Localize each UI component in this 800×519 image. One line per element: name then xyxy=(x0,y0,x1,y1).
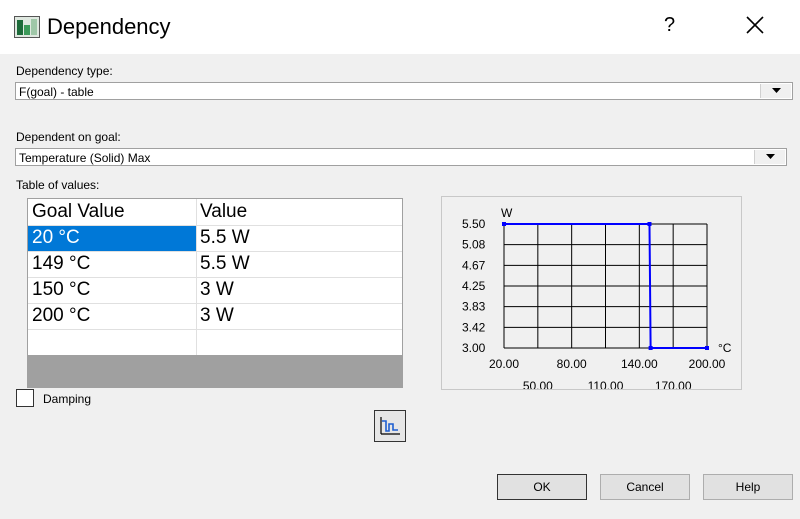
column-header-value[interactable]: Value xyxy=(196,199,402,225)
data-point xyxy=(502,222,506,226)
dropdown-button[interactable] xyxy=(760,84,791,98)
goal-value-cell[interactable]: 149 °C xyxy=(28,251,196,277)
dependent-on-goal-select[interactable]: Temperature (Solid) Max xyxy=(15,148,787,166)
row-divider xyxy=(28,329,402,330)
table-row-empty[interactable] xyxy=(28,329,402,355)
chart-toggle-button[interactable] xyxy=(374,410,406,442)
data-point xyxy=(705,346,709,350)
cancel-button[interactable]: Cancel xyxy=(600,474,690,500)
help-button[interactable]: Help xyxy=(703,474,793,500)
y-tick-label: 3.00 xyxy=(462,341,486,355)
chevron-down-icon xyxy=(766,154,775,159)
y-axis-label: W xyxy=(501,206,513,220)
dependency-type-select[interactable]: F(goal) - table xyxy=(15,82,793,100)
row-divider xyxy=(28,225,402,226)
goal-value-cell[interactable]: 200 °C xyxy=(28,303,196,329)
y-tick-label: 4.25 xyxy=(462,279,486,293)
x-tick-label: 50.00 xyxy=(523,379,553,389)
help-question-button[interactable]: ? xyxy=(664,14,675,37)
data-point xyxy=(647,222,652,226)
dependency-app-icon xyxy=(14,16,40,38)
x-tick-label: 170.00 xyxy=(655,379,692,389)
close-icon[interactable] xyxy=(744,14,766,36)
row-divider xyxy=(28,251,402,252)
value-cell[interactable]: 5.5 W xyxy=(196,225,402,251)
table-row[interactable]: 150 °C 3 W xyxy=(28,277,402,303)
y-tick-label: 5.50 xyxy=(462,217,486,231)
value-cell[interactable]: 3 W xyxy=(196,303,402,329)
table-header-row: Goal Value Value xyxy=(28,199,402,225)
y-tick-label: 4.67 xyxy=(462,258,486,272)
dependency-type-value: F(goal) - table xyxy=(19,85,94,99)
window-title: Dependency xyxy=(47,14,171,39)
dependent-on-goal-value: Temperature (Solid) Max xyxy=(19,151,151,165)
table-empty-area xyxy=(28,355,402,387)
table-row[interactable]: 149 °C 5.5 W xyxy=(28,251,402,277)
chart-panel: 5.50 5.08 4.67 4.25 3.83 3.42 3.00 20.00 80.00 14… xyxy=(441,196,742,390)
row-divider xyxy=(28,277,402,278)
table-of-values-label: Table of values: xyxy=(16,178,100,192)
dependency-type-label: Dependency type: xyxy=(16,64,113,78)
chevron-down-icon xyxy=(772,88,781,93)
x-axis-label: °C xyxy=(718,341,732,355)
y-tick-label: 3.83 xyxy=(462,300,486,314)
x-tick-label: 110.00 xyxy=(588,379,624,389)
column-header-goal-value[interactable]: Goal Value xyxy=(28,199,196,225)
damping-label: Damping xyxy=(43,392,92,406)
ok-button[interactable]: OK xyxy=(497,474,587,500)
dependent-on-goal-label: Dependent on goal: xyxy=(16,130,121,144)
x-tick-label: 140.00 xyxy=(621,357,658,371)
x-tick-label: 200.00 xyxy=(689,357,726,371)
table-row[interactable]: 20 °C 5.5 W xyxy=(28,225,402,251)
x-tick-label: 80.00 xyxy=(557,357,587,371)
chart-icon xyxy=(380,417,400,435)
damping-checkbox[interactable] xyxy=(16,389,34,407)
goal-value-cell[interactable]: 150 °C xyxy=(28,277,196,303)
row-divider xyxy=(28,303,402,304)
title-bar: Dependency ? xyxy=(0,0,800,54)
dropdown-button[interactable] xyxy=(754,150,785,164)
y-tick-label: 5.08 xyxy=(462,238,486,252)
goal-value-cell[interactable]: 20 °C xyxy=(28,225,196,251)
values-table[interactable]: Goal Value Value 20 °C 5.5 W 149 °C 5.5 … xyxy=(27,198,403,388)
data-point xyxy=(648,346,653,350)
x-tick-label: 20.00 xyxy=(489,357,519,371)
value-cell[interactable]: 5.5 W xyxy=(196,251,402,277)
table-row[interactable]: 200 °C 3 W xyxy=(28,303,402,329)
y-tick-label: 3.42 xyxy=(462,320,486,334)
dependency-chart: 5.50 5.08 4.67 4.25 3.83 3.42 3.0020.00 80.00 14… xyxy=(462,206,732,389)
value-cell[interactable]: 3 W xyxy=(196,277,402,303)
